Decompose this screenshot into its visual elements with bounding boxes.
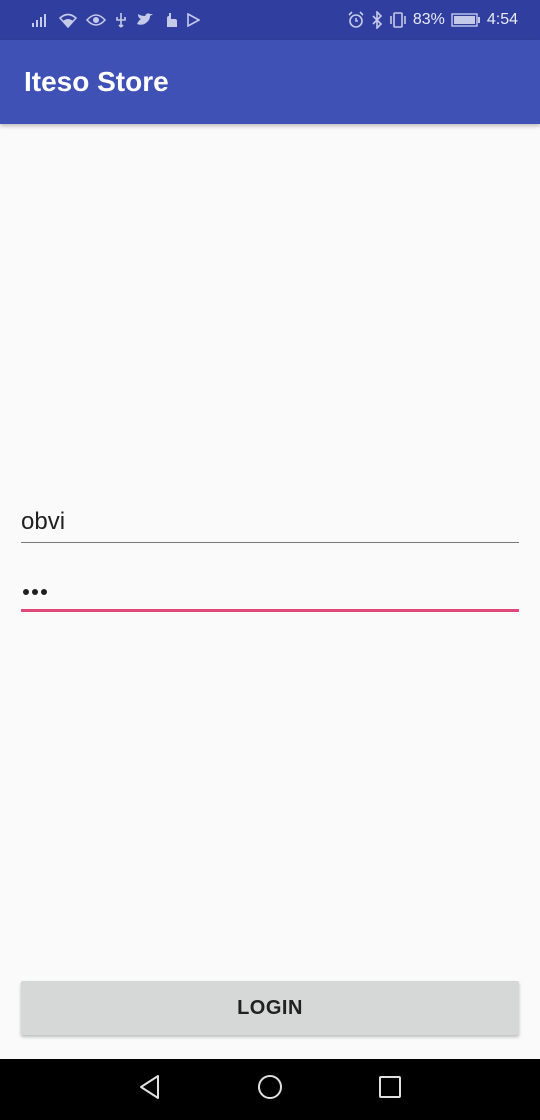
navigation-bar — [0, 1059, 540, 1120]
alarm-icon — [347, 10, 365, 30]
hand-icon — [162, 10, 178, 30]
recents-button[interactable] — [330, 1059, 450, 1120]
recents-icon — [378, 1075, 402, 1104]
battery-icon — [451, 10, 481, 30]
twitter-icon — [136, 10, 154, 30]
login-button[interactable]: LOGIN — [21, 981, 519, 1035]
vibrate-icon — [389, 10, 407, 30]
usb-icon — [114, 10, 128, 30]
home-button[interactable] — [210, 1059, 330, 1120]
home-icon — [257, 1074, 283, 1105]
password-value — [23, 589, 47, 595]
password-field[interactable] — [21, 568, 519, 612]
wifi-icon — [58, 10, 78, 30]
app-title: Iteso Store — [24, 66, 169, 97]
username-field[interactable]: obvi — [21, 499, 519, 543]
back-button[interactable] — [90, 1059, 210, 1120]
bluetooth-icon — [371, 10, 383, 30]
back-icon — [138, 1074, 162, 1105]
play-icon — [186, 10, 200, 30]
signal-icon — [32, 10, 50, 30]
username-value: obvi — [21, 508, 66, 535]
status-bar: 83% 4:54 — [0, 0, 540, 40]
notification-icons — [32, 10, 200, 30]
app-bar: Iteso Store — [0, 40, 540, 124]
clock: 4:54 — [486, 11, 518, 28]
battery-percent: 83% — [412, 11, 445, 28]
eye-icon — [86, 10, 106, 30]
